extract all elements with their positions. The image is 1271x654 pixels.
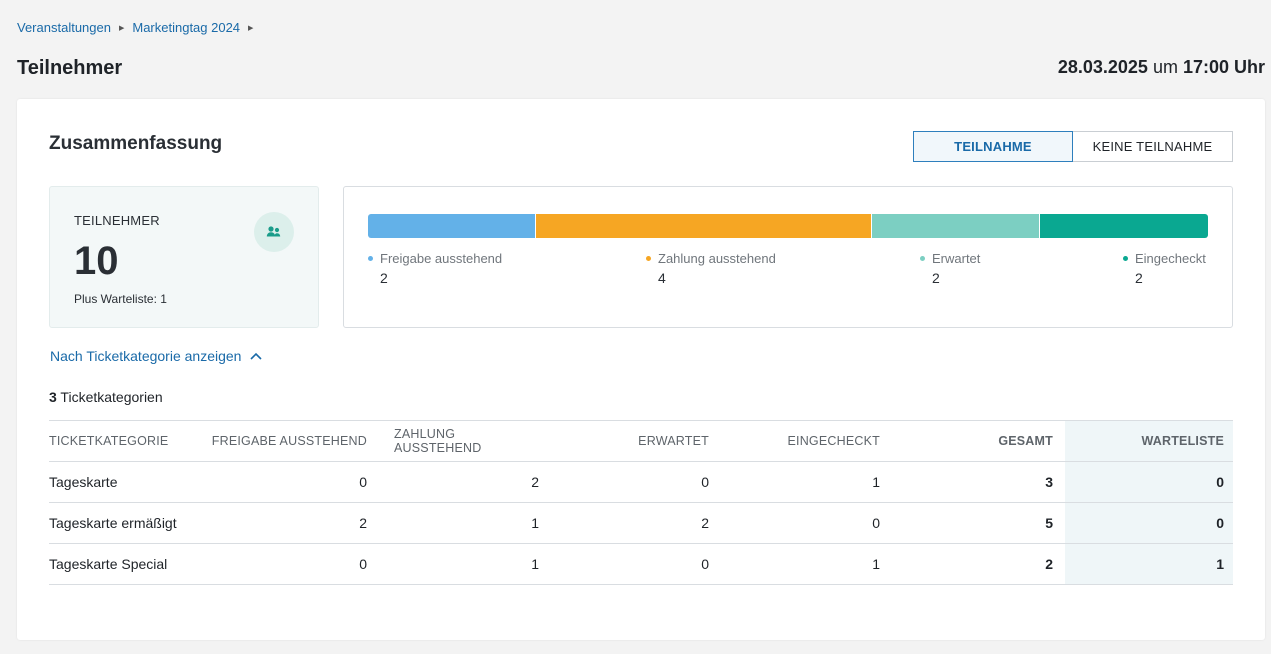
legend-item: Eingecheckt 2 (1123, 251, 1206, 286)
bar-segment (872, 214, 1040, 238)
stat-value: 10 (74, 239, 119, 283)
legend-dot (368, 256, 373, 261)
legend-value: 2 (932, 270, 940, 286)
breadcrumb: Veranstaltungen ▶ Marketingtag 2024 ▶ (17, 20, 255, 35)
cell-warteliste: 1 (1065, 543, 1233, 585)
cell-name: Tageskarte ermäßigt (49, 502, 199, 544)
legend-value: 2 (1135, 270, 1143, 286)
toggle-ticket-categories-label: Nach Ticketkategorie anzeigen (50, 348, 242, 364)
legend-dot (1123, 256, 1128, 261)
users-icon (254, 212, 294, 252)
legend-item: Freigabe ausstehend 2 (368, 251, 502, 286)
cell-zahlung: 2 (379, 461, 551, 503)
table-row[interactable]: Tageskarte ermäßigt 2 1 2 0 5 0 (49, 502, 1233, 544)
legend-label: Zahlung ausstehend (658, 251, 776, 266)
status-breakdown: Freigabe ausstehend 2 Zahlung ausstehend 4 E… (343, 186, 1233, 328)
legend-item: Erwartet 2 (920, 251, 980, 286)
cell-gesamt: 5 (892, 502, 1065, 544)
chevron-right-icon: ▶ (248, 24, 254, 32)
cell-erwartet: 0 (551, 461, 721, 503)
summary-card: Zusammenfassung TEILNAHME KEINE TEILNAHM… (17, 99, 1265, 640)
col-eingecheckt[interactable]: EINGECHECKT (721, 420, 892, 462)
cell-freigabe: 2 (199, 502, 379, 544)
legend-item: Zahlung ausstehend 4 (646, 251, 776, 286)
legend-label: Eingecheckt (1135, 251, 1206, 266)
legend-dot (920, 256, 925, 261)
event-datetime: 28.03.2025 um 17:00 Uhr (1058, 57, 1265, 78)
legend-value: 2 (380, 270, 388, 286)
event-time: 17:00 Uhr (1182, 57, 1265, 77)
cell-eingecheckt: 0 (721, 502, 892, 544)
cell-gesamt: 2 (892, 543, 1065, 585)
table-row[interactable]: Tageskarte Special 0 1 0 1 2 1 (49, 543, 1233, 585)
col-erwartet[interactable]: ERWARTET (551, 420, 721, 462)
cell-eingecheckt: 1 (721, 461, 892, 503)
bar-segment (368, 214, 536, 238)
chevron-right-icon: ▶ (118, 24, 125, 32)
cell-freigabe: 0 (199, 543, 379, 585)
toggle-ticket-categories[interactable]: Nach Ticketkategorie anzeigen (50, 348, 263, 364)
legend-label: Erwartet (932, 251, 981, 266)
cell-zahlung: 1 (379, 543, 551, 585)
cell-erwartet: 2 (551, 502, 721, 544)
ticket-category-table: TICKETKATEGORIE FREIGABE AUSSTEHEND ZAHL… (49, 420, 1233, 585)
cell-warteliste: 0 (1065, 461, 1233, 503)
participant-stat-box: TEILNEHMER 10 Plus Warteliste: 1 (49, 186, 319, 328)
col-warteliste[interactable]: WARTELISTE (1065, 420, 1233, 462)
participation-toggle: TEILNAHME KEINE TEILNAHME (913, 131, 1233, 162)
category-count-label: Ticketkategorien (56, 389, 163, 405)
chevron-up-icon (250, 352, 263, 360)
waitlist-note: Plus Warteliste: 1 (74, 292, 167, 306)
col-ticketkategorie[interactable]: TICKETKATEGORIE (49, 420, 199, 462)
col-zahlung[interactable]: ZAHLUNG AUSSTEHEND (379, 420, 551, 462)
cell-name: Tageskarte (49, 461, 199, 503)
ticket-category-count: 3 Ticketkategorien (49, 389, 163, 405)
page-title: Teilnehmer (17, 57, 123, 79)
breadcrumb-link-event[interactable]: Marketingtag 2024 (132, 20, 240, 35)
cell-freigabe: 0 (199, 461, 379, 503)
table-header-row: TICKETKATEGORIE FREIGABE AUSSTEHEND ZAHL… (49, 420, 1233, 462)
legend-label: Freigabe ausstehend (380, 251, 503, 266)
bar-segment (536, 214, 872, 238)
category-count-number: 3 (49, 389, 57, 405)
legend-dot (646, 256, 651, 261)
event-date: 28.03.2025 (1057, 57, 1148, 77)
date-separator: um (1147, 57, 1183, 77)
table-row[interactable]: Tageskarte 0 2 0 1 3 0 (49, 461, 1233, 503)
bar-segment (1040, 214, 1208, 238)
breadcrumb-link-events[interactable]: Veranstaltungen (17, 20, 111, 35)
stat-label: TEILNEHMER (74, 213, 160, 228)
tab-no-participation[interactable]: KEINE TEILNAHME (1073, 131, 1233, 162)
cell-warteliste: 0 (1065, 502, 1233, 544)
cell-name: Tageskarte Special (49, 543, 199, 585)
cell-gesamt: 3 (892, 461, 1065, 503)
cell-eingecheckt: 1 (721, 543, 892, 585)
col-gesamt[interactable]: GESAMT (892, 420, 1065, 462)
legend-value: 4 (658, 270, 666, 286)
col-freigabe[interactable]: FREIGABE AUSSTEHEND (199, 420, 379, 462)
cell-erwartet: 0 (551, 543, 721, 585)
cell-zahlung: 1 (379, 502, 551, 544)
tab-participation[interactable]: TEILNAHME (913, 131, 1073, 162)
stacked-status-bar (368, 214, 1208, 238)
section-title: Zusammenfassung (49, 133, 223, 154)
